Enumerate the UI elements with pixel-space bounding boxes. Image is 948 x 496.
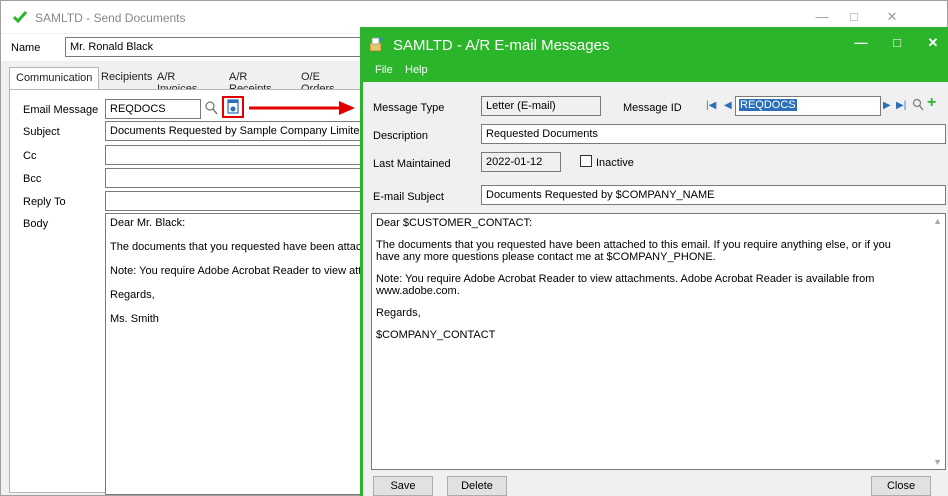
document-icon[interactable] [222, 96, 244, 118]
search-icon[interactable] [912, 98, 924, 115]
inactive-label: Inactive [596, 157, 634, 169]
message-id-value: REQDOCS [739, 99, 797, 111]
maximize-icon[interactable]: □ [883, 32, 911, 54]
previous-record-icon[interactable]: ◀ [724, 100, 732, 111]
last-maintained-label: Last Maintained [373, 158, 451, 170]
body-paragraph: Dear $CUSTOMER_CONTACT: [376, 217, 533, 229]
email-message-label: Email Message [23, 104, 99, 116]
body-line: Dear Mr. Black: [110, 217, 186, 229]
last-maintained-field: 2022-01-12 [481, 152, 561, 172]
title-bar: SAMLTD - A/R E-mail Messages — □ ✕ [363, 30, 948, 62]
add-icon[interactable]: + [927, 94, 936, 112]
body-paragraph: Note: You require Adobe Acrobat Reader t… [376, 273, 875, 297]
inactive-checkbox[interactable] [580, 155, 592, 167]
delete-button[interactable]: Delete [447, 476, 507, 496]
window-title: SAMLTD - A/R E-mail Messages [393, 37, 610, 54]
email-subject-label: E-mail Subject [373, 191, 444, 203]
description-field[interactable]: Requested Documents [481, 124, 946, 144]
close-icon[interactable]: ✕ [877, 7, 907, 27]
subject-label: Subject [23, 126, 60, 138]
body-line: Ms. Smith [110, 313, 159, 325]
cc-field[interactable] [105, 145, 365, 165]
tab-ar-invoices[interactable]: A/R Invoices [151, 67, 203, 95]
reply-to-label: Reply To [23, 196, 66, 208]
menu-help[interactable]: Help [405, 64, 428, 76]
bcc-field[interactable] [105, 168, 365, 188]
message-id-label: Message ID [623, 102, 682, 114]
ar-email-messages-window: SAMLTD - A/R E-mail Messages — □ ✕ File … [360, 27, 948, 496]
maximize-icon[interactable]: □ [839, 7, 869, 27]
close-icon[interactable]: ✕ [919, 32, 947, 54]
description-label: Description [373, 130, 429, 142]
first-record-icon[interactable]: |◀ [706, 100, 716, 111]
body-paragraph: The documents that you requested have be… [376, 239, 891, 263]
last-record-icon[interactable]: ▶| [896, 100, 906, 111]
scroll-up-icon[interactable]: ▲ [933, 216, 942, 226]
body-label: Body [23, 218, 49, 230]
bcc-label: Bcc [23, 173, 42, 185]
tab-ar-receipts[interactable]: A/R Receipts [223, 67, 278, 95]
email-message-field[interactable]: REQDOCS [105, 99, 201, 119]
message-type-label: Message Type [373, 102, 445, 114]
subject-field[interactable]: Documents Requested by Sample Company Li… [105, 121, 365, 141]
body-paragraph: Regards, [376, 307, 421, 319]
body-line: Note: You require Adobe Acrobat Reader t… [110, 265, 364, 277]
menu-file[interactable]: File [375, 64, 393, 76]
tab-oe-orders[interactable]: O/E Orders [295, 67, 341, 95]
email-subject-field[interactable]: Documents Requested by $COMPANY_NAME [481, 185, 946, 205]
tab-recipients[interactable]: Recipients [95, 67, 158, 89]
app-icon [12, 11, 28, 24]
window-title: SAMLTD - Send Documents [35, 11, 186, 25]
reply-to-field[interactable] [105, 191, 365, 211]
search-icon[interactable] [204, 100, 218, 119]
scroll-down-icon[interactable]: ▼ [933, 457, 942, 467]
body-textarea[interactable]: Dear Mr. Black: The documents that you r… [105, 213, 365, 495]
minimize-icon[interactable]: — [807, 7, 837, 27]
save-button[interactable]: Save [373, 476, 433, 496]
email-body-textarea[interactable]: Dear $CUSTOMER_CONTACT: The documents th… [371, 213, 946, 470]
minimize-icon[interactable]: — [847, 32, 875, 54]
name-field[interactable]: Mr. Ronald Black [65, 37, 365, 57]
name-label: Name [11, 42, 41, 54]
message-type-field[interactable]: Letter (E-mail) [481, 96, 601, 116]
cc-label: Cc [23, 150, 37, 162]
body-line: Regards, [110, 289, 155, 301]
body-paragraph: $COMPANY_CONTACT [376, 329, 496, 341]
message-id-field[interactable]: REQDOCS [735, 96, 881, 116]
app-icon [369, 36, 385, 52]
body-line: The documents that you requested have be… [110, 241, 365, 253]
next-record-icon[interactable]: ▶ [883, 100, 891, 111]
close-button[interactable]: Close [871, 476, 931, 496]
tab-communication[interactable]: Communication [9, 67, 100, 90]
menu-bar: File Help [363, 62, 948, 82]
red-arrow-pointer [249, 101, 355, 115]
